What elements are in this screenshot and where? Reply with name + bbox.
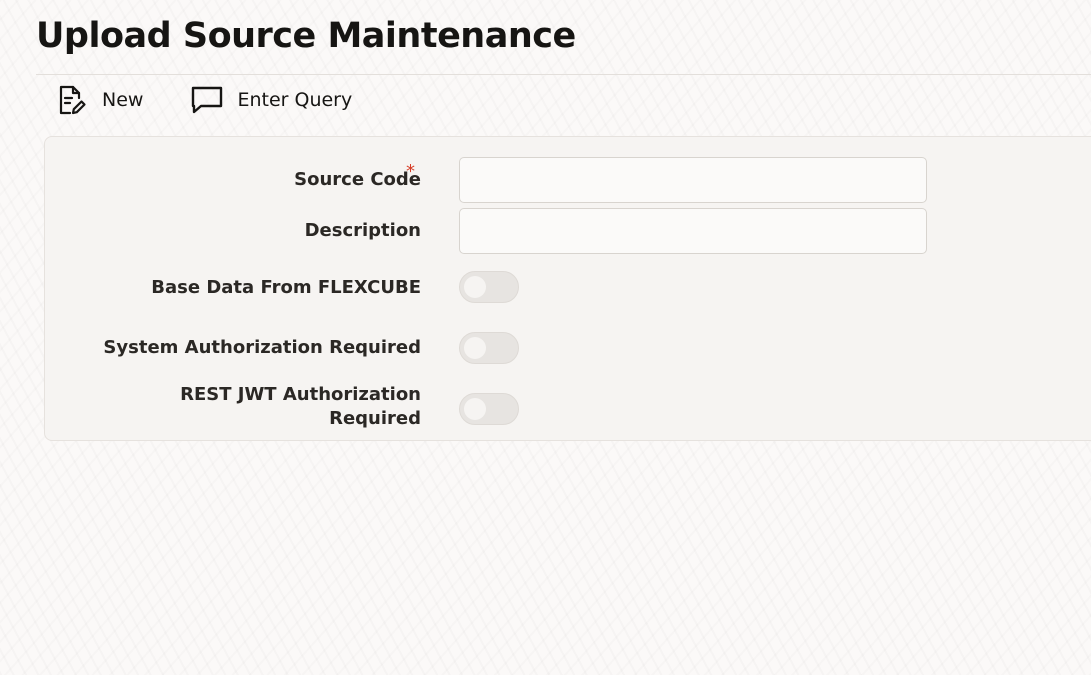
new-button-label: New	[102, 89, 144, 111]
document-edit-icon	[54, 82, 90, 118]
source-code-label: Source Code	[294, 169, 421, 190]
source-code-input[interactable]	[459, 157, 927, 203]
rest-jwt-label-line2: Required	[329, 408, 421, 429]
description-label: Description	[304, 220, 421, 241]
title-divider	[36, 74, 1091, 75]
rest-jwt-toggle[interactable]	[459, 393, 519, 425]
required-marker: *	[406, 161, 415, 182]
toggle-knob	[464, 276, 486, 298]
base-data-label: Base Data From FLEXCUBE	[151, 277, 421, 298]
enter-query-button[interactable]: Enter Query	[189, 82, 352, 118]
base-data-toggle[interactable]	[459, 271, 519, 303]
page-title: Upload Source Maintenance	[36, 16, 576, 56]
enter-query-button-label: Enter Query	[237, 89, 353, 111]
toggle-knob	[464, 337, 486, 359]
new-button[interactable]: New	[54, 82, 143, 118]
rest-jwt-label: REST JWT Authorization Required	[101, 383, 421, 431]
description-input[interactable]	[459, 208, 927, 254]
toolbar: New Enter Query	[54, 82, 398, 118]
rest-jwt-label-line1: REST JWT Authorization	[180, 384, 421, 405]
speech-bubble-icon	[189, 82, 225, 118]
system-authorization-label: System Authorization Required	[103, 337, 421, 358]
toggle-knob	[464, 398, 486, 420]
form-panel: Source Code * Description Base Data From…	[44, 136, 1091, 441]
system-authorization-toggle[interactable]	[459, 332, 519, 364]
